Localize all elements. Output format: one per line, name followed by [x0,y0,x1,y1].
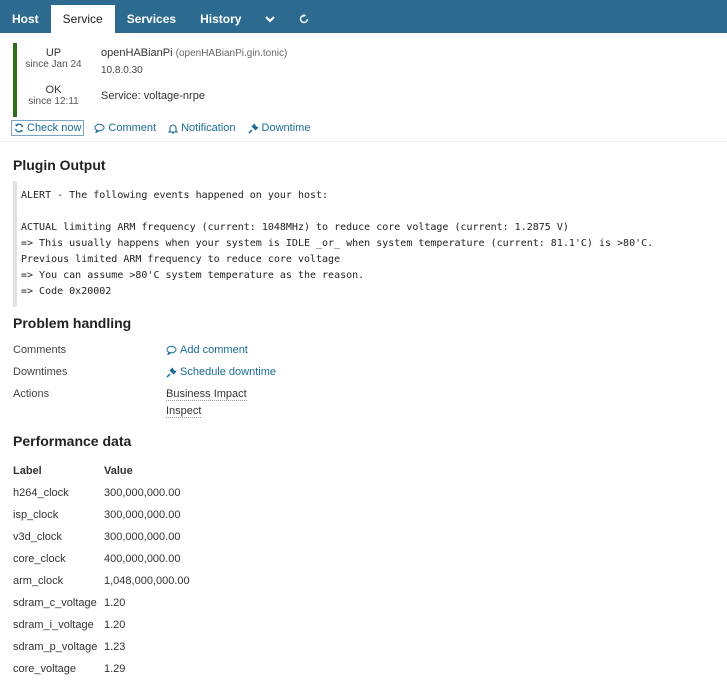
notification-label: Notification [181,122,236,134]
table-row: sdram_p_voltage 1.23 [13,636,190,658]
plugin-output-title: Plugin Output [13,157,106,173]
schedule-downtime-label: Schedule downtime [180,366,277,378]
host-state-badge: UP since Jan 24 [13,43,90,81]
service-state-since: since 12:11 [28,96,79,107]
table-row: sdram_c_voltage 1.20 [13,592,190,614]
tab-bar: Host Service Services History [0,0,727,33]
tab-history[interactable]: History [188,5,253,33]
downtime-button[interactable]: Downtime [248,122,311,134]
comment-label: Comment [108,122,157,134]
check-now-button[interactable]: Check now [11,120,85,136]
perf-value: 1,048,000,000.00 [104,575,190,587]
service-name: Service: voltage-nrpe [101,90,205,102]
table-row: core_clock 400,000,000.00 [13,548,190,570]
plugin-output-text: ALERT - The following events happened on… [13,181,721,307]
inspect-link[interactable]: Inspect [166,405,202,418]
state-column: UP since Jan 24 OK since 12:11 [13,43,90,117]
perf-label: arm_clock [13,575,64,587]
check-now-label: Check now [27,122,82,134]
host-ip: 10.8.0.30 [101,65,143,76]
perf-value: 400,000,000.00 [104,553,181,565]
perf-value: 1.20 [104,619,126,631]
tab-host[interactable]: Host [0,5,51,33]
bell-icon [168,124,179,134]
performance-data-title: Performance data [13,433,132,449]
business-impact-link[interactable]: Business Impact [166,388,247,401]
downtimes-label: Downtimes [13,366,68,378]
chevron-down-icon [265,16,276,23]
perf-label: v3d_clock [13,531,62,543]
plug-icon [166,367,177,378]
host-fqdn: (openHABianPi.gin.tonic) [175,48,288,59]
table-row: arm_clock 1,048,000,000.00 [13,570,190,592]
perf-value: 300,000,000.00 [104,509,181,521]
performance-table: Label Value h264_clock 300,000,000.00 isp… [13,460,190,680]
refresh-button[interactable] [287,5,321,33]
more-tabs-dropdown[interactable] [253,5,287,33]
host-state: UP [45,47,62,59]
perf-label: sdram_p_voltage [13,641,98,653]
comments-label: Comments [13,344,67,356]
comment-icon [94,123,105,133]
table-row: core_voltage 1.29 [13,658,190,680]
object-header: UP since Jan 24 OK since 12:11 openHABia… [0,33,727,142]
table-header-row: Label Value [13,460,190,482]
perf-label: h264_clock [13,487,69,499]
refresh-icon [300,13,309,24]
host-title: openHABianPi (openHABianPi.gin.tonic) [101,47,287,59]
perf-label: isp_clock [13,509,59,521]
perf-label: sdram_c_voltage [13,597,97,609]
notification-button[interactable]: Notification [168,122,236,134]
perf-value: 300,000,000.00 [104,487,181,499]
tab-services[interactable]: Services [115,5,188,33]
perf-label: core_voltage [13,663,76,675]
table-row: isp_clock 300,000,000.00 [13,504,190,526]
inspect-label: Inspect [166,405,202,418]
perf-label: sdram_i_voltage [13,619,94,631]
table-row: sdram_i_voltage 1.20 [13,614,190,636]
actions-label: Actions [13,388,50,400]
refresh-icon [15,123,23,133]
problem-handling-title: Problem handling [13,315,132,331]
plug-icon [248,123,258,134]
table-row: v3d_clock 300,000,000.00 [13,526,190,548]
perf-label: core_clock [13,553,66,565]
host-name: openHABianPi [101,47,173,59]
perf-value: 300,000,000.00 [104,531,181,543]
business-impact-label: Business Impact [166,388,247,401]
downtime-label: Downtime [261,122,311,134]
host-state-since: since Jan 24 [25,59,82,70]
service-state: OK [45,84,62,96]
comment-icon [166,345,177,355]
column-header-value: Value [104,465,133,477]
perf-value: 1.29 [104,663,126,675]
column-header-label: Label [13,465,42,477]
table-row: h264_clock 300,000,000.00 [13,482,190,504]
add-comment-label: Add comment [180,344,248,356]
comment-button[interactable]: Comment [94,122,156,134]
perf-value: 1.20 [104,597,126,609]
perf-value: 1.23 [104,641,126,653]
schedule-downtime-link[interactable]: Schedule downtime [166,366,276,378]
action-bar: Check now Comment Notification Downtime [11,120,322,136]
service-state-badge: OK since 12:11 [13,81,90,117]
add-comment-link[interactable]: Add comment [166,344,248,356]
tab-service[interactable]: Service [50,5,115,33]
